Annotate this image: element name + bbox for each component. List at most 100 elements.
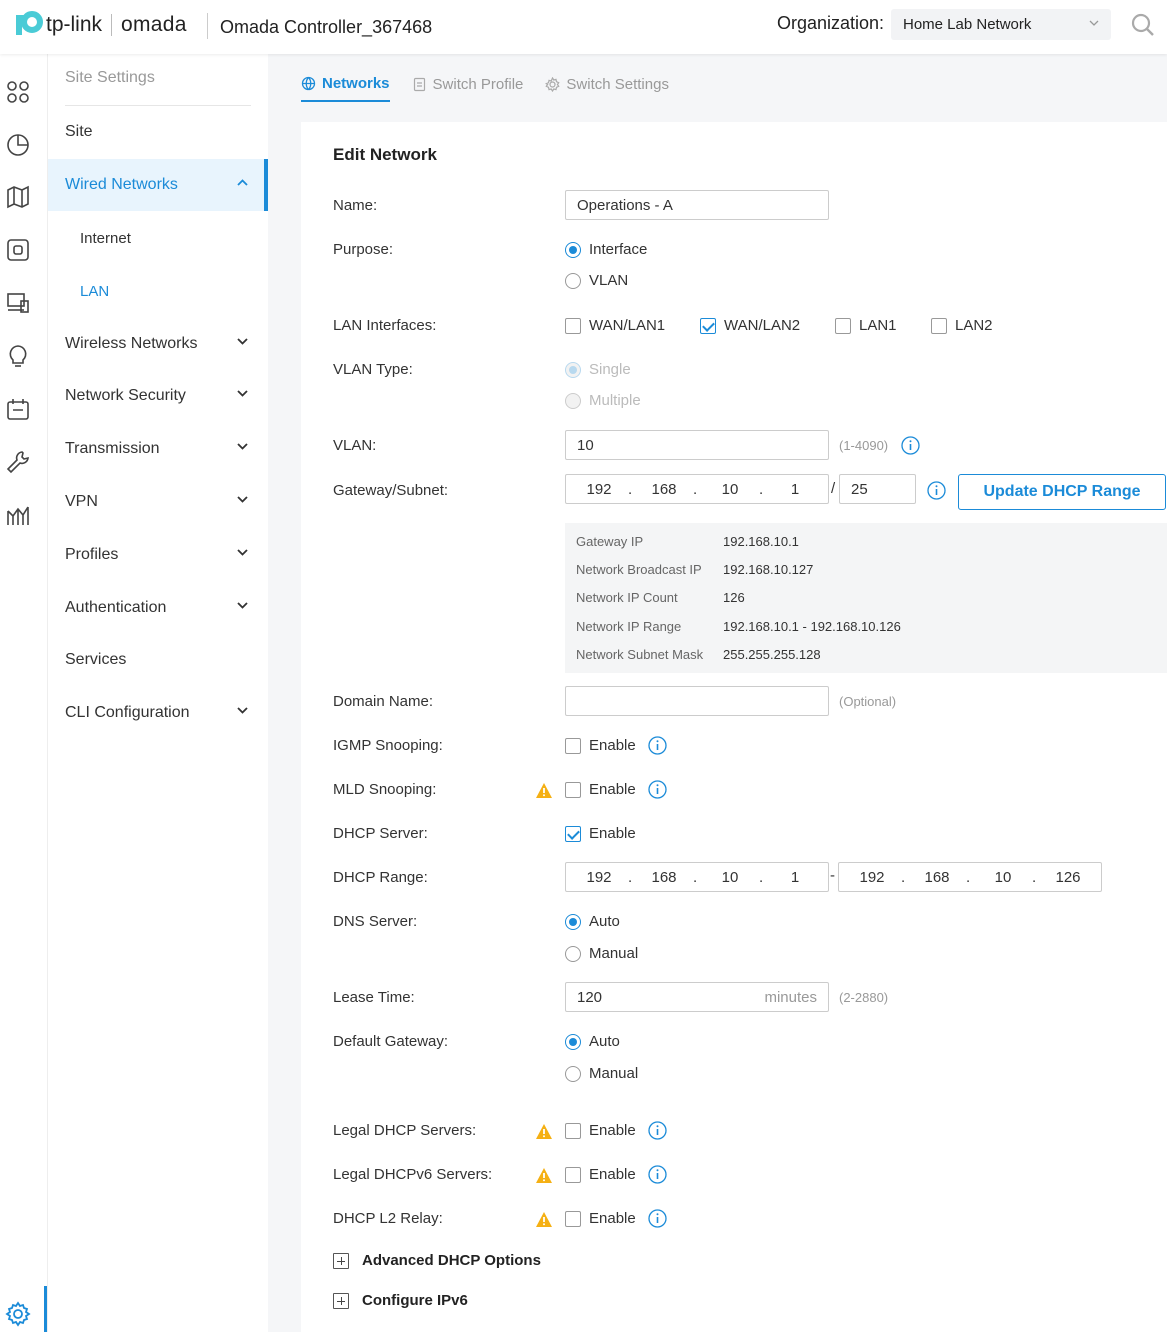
vlan-input[interactable]: 10	[565, 430, 829, 460]
dhcp-server-enable-checkbox[interactable]: Enable	[565, 825, 636, 842]
org-label: Organization:	[777, 13, 885, 33]
sidebar-item-internet[interactable]: Internet	[48, 212, 268, 264]
info-value: 192.168.10.127	[723, 562, 814, 577]
logs-icon[interactable]	[5, 396, 31, 422]
document-icon	[413, 77, 425, 91]
name-label: Name:	[333, 197, 378, 214]
dhcp-l2-relay-label: DHCP L2 Relay:	[333, 1210, 443, 1227]
tab-label: Switch Profile	[432, 75, 524, 93]
sidebar-item-label: VPN	[65, 493, 98, 510]
info-key: Gateway IP	[576, 534, 644, 549]
info-key: Network Broadcast IP	[576, 562, 702, 577]
lan2-checkbox[interactable]: LAN2	[931, 317, 993, 334]
default-gateway-manual-radio[interactable]: Manual	[565, 1065, 638, 1082]
dhcp-range-label: DHCP Range:	[333, 869, 428, 886]
domain-name-label: Domain Name:	[333, 693, 434, 710]
devices-icon[interactable]	[5, 237, 31, 263]
lan1-checkbox[interactable]: LAN1	[835, 317, 897, 334]
sidebar-item-authentication[interactable]: Authentication	[48, 582, 268, 634]
expand-plus-icon[interactable]	[333, 1253, 349, 1269]
map-icon[interactable]	[5, 184, 31, 210]
warning-icon	[536, 783, 552, 798]
reports-icon[interactable]	[5, 502, 31, 528]
radio-label: Single	[589, 361, 631, 378]
checkbox-label: LAN1	[859, 317, 897, 334]
dns-manual-radio[interactable]: Manual	[565, 945, 638, 962]
vlan-type-multiple-radio[interactable]: Multiple	[565, 392, 641, 409]
sidebar-item-wired-networks[interactable]: Wired Networks	[48, 159, 268, 211]
checkbox-label: Enable	[589, 825, 636, 842]
sidebar-item-label: Wireless Networks	[65, 335, 198, 352]
sidebar-item-vpn[interactable]: VPN	[48, 476, 268, 528]
info-value: 192.168.10.1	[723, 534, 799, 549]
legal-dhcpv6-enable-checkbox[interactable]: Enable	[565, 1166, 636, 1183]
info-icon[interactable]	[901, 436, 920, 455]
mld-enable-checkbox[interactable]: Enable	[565, 781, 636, 798]
tab-switch-profile[interactable]: Switch Profile	[412, 66, 524, 102]
advanced-dhcp-options-toggle[interactable]: Advanced DHCP Options	[362, 1252, 541, 1269]
sidebar-item-network-security[interactable]: Network Security	[48, 370, 268, 422]
tools-icon[interactable]	[5, 449, 31, 475]
dashboard-icon[interactable]	[5, 79, 31, 105]
info-icon[interactable]	[648, 1121, 667, 1140]
info-key: Network IP Count	[576, 590, 678, 605]
lease-hint: (2-2880)	[839, 990, 889, 1005]
sidebar-item-label: CLI Configuration	[65, 704, 190, 721]
chevron-down-icon	[237, 602, 248, 609]
tp-link-logo-icon	[16, 11, 43, 35]
dhcp-range-start-input[interactable]: 192. 168. 10. 1	[565, 862, 829, 892]
wan-lan1-checkbox[interactable]: WAN/LAN1	[565, 317, 665, 334]
ip-octet: 10	[721, 869, 739, 886]
info-icon[interactable]	[648, 736, 667, 755]
settings-icon[interactable]	[5, 1301, 31, 1327]
legal-dhcp-enable-checkbox[interactable]: Enable	[565, 1122, 636, 1139]
sidebar-item-lan[interactable]: LAN	[48, 265, 268, 317]
expand-plus-icon[interactable]	[333, 1293, 349, 1309]
gateway-ip-input[interactable]: 192. 168. 10. 1	[565, 474, 829, 504]
vlan-hint: (1-4090)	[839, 438, 889, 453]
tab-switch-settings[interactable]: Switch Settings	[545, 66, 669, 102]
insights-icon[interactable]	[5, 343, 31, 369]
igmp-enable-checkbox[interactable]: Enable	[565, 737, 636, 754]
update-dhcp-range-button[interactable]: Update DHCP Range	[958, 474, 1166, 510]
lease-time-input[interactable]: 120 minutes	[565, 982, 829, 1012]
checkbox-label: LAN2	[955, 317, 993, 334]
info-icon[interactable]	[648, 1209, 667, 1228]
name-input[interactable]: Operations - A	[565, 190, 829, 220]
radio-label: Multiple	[589, 392, 641, 409]
lease-value: 120	[577, 989, 603, 1006]
purpose-label: Purpose:	[333, 241, 394, 258]
ip-octet: 10	[994, 869, 1012, 886]
dns-auto-radio[interactable]: Auto	[565, 913, 620, 930]
subnet-mask-input[interactable]: 25	[839, 474, 916, 504]
tab-networks[interactable]: Networks	[301, 66, 390, 102]
organization-select[interactable]: Home Lab Network	[891, 9, 1111, 40]
wan-lan2-checkbox[interactable]: WAN/LAN2	[700, 317, 800, 334]
purpose-interface-radio[interactable]: Interface	[565, 241, 647, 258]
sidebar-item-profiles[interactable]: Profiles	[48, 529, 268, 581]
info-icon[interactable]	[648, 780, 667, 799]
domain-name-input[interactable]	[565, 686, 829, 716]
configure-ipv6-toggle[interactable]: Configure IPv6	[362, 1292, 468, 1309]
search-icon[interactable]	[1130, 12, 1156, 38]
checkbox-label: Enable	[589, 1210, 636, 1227]
sidebar-item-cli-configuration[interactable]: CLI Configuration	[48, 687, 268, 739]
dhcp-l2-relay-enable-checkbox[interactable]: Enable	[565, 1210, 636, 1227]
clients-icon[interactable]	[5, 290, 31, 316]
radio-label: Auto	[589, 913, 620, 930]
statistics-icon[interactable]	[5, 132, 31, 158]
dhcp-range-end-input[interactable]: 192. 168. 10. 126	[838, 862, 1102, 892]
chevron-down-icon	[237, 443, 248, 450]
vlan-type-single-radio[interactable]: Single	[565, 361, 631, 378]
info-icon[interactable]	[927, 481, 946, 500]
sidebar-item-site[interactable]: Site	[48, 106, 268, 158]
sidebar-item-wireless-networks[interactable]: Wireless Networks	[48, 318, 268, 370]
purpose-vlan-radio[interactable]: VLAN	[565, 272, 628, 289]
default-gateway-auto-radio[interactable]: Auto	[565, 1033, 620, 1050]
sidebar-item-transmission[interactable]: Transmission	[48, 423, 268, 475]
sidebar-item-services[interactable]: Services	[48, 634, 268, 686]
sidebar-item-label: Authentication	[65, 599, 167, 616]
chevron-down-icon	[237, 707, 248, 714]
info-icon[interactable]	[648, 1165, 667, 1184]
vlan-label: VLAN:	[333, 437, 377, 454]
